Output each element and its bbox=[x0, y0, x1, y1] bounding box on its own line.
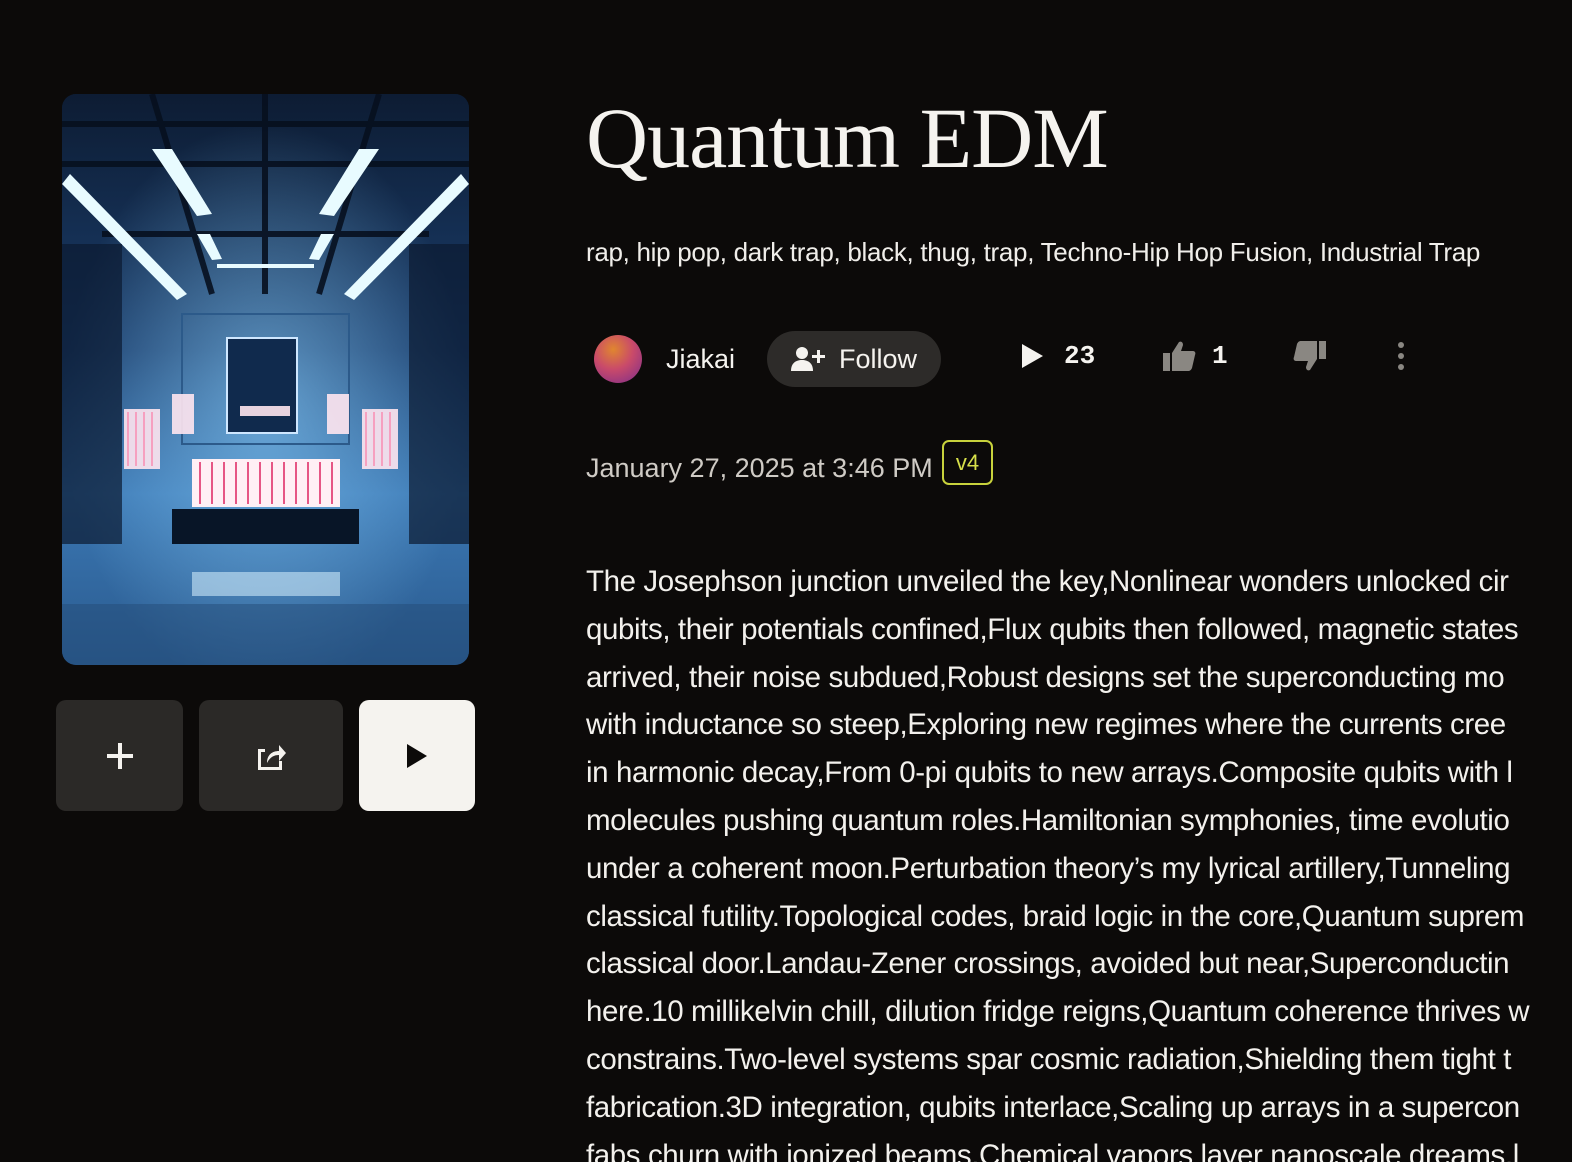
lyrics-line: arrived, their noise subdued,Robust desi… bbox=[586, 660, 1505, 694]
lyrics-line: fabrication.3D integration, qubits inter… bbox=[586, 1090, 1520, 1124]
dislike-button[interactable] bbox=[1293, 336, 1327, 376]
avatar[interactable] bbox=[594, 335, 642, 383]
add-user-icon bbox=[791, 345, 825, 373]
play-count: 23 bbox=[1064, 341, 1096, 371]
share-button[interactable] bbox=[199, 700, 343, 811]
lyrics-line: here.10 millikelvin chill, dilution frid… bbox=[586, 995, 1530, 1029]
song-title: Quantum EDM bbox=[586, 90, 1109, 186]
lyrics-line: qubits, their potentials confined,Flux q… bbox=[586, 612, 1519, 646]
lyrics-line: in harmonic decay,From 0-pi qubits to ne… bbox=[586, 756, 1513, 790]
lyrics-line: constrains.Two-level systems spar cosmic… bbox=[586, 1042, 1512, 1076]
play-icon bbox=[407, 743, 427, 768]
thumbs-down-icon bbox=[1293, 341, 1326, 371]
cover-image bbox=[62, 94, 469, 665]
like-button[interactable]: 1 bbox=[1162, 336, 1228, 376]
plus-icon bbox=[106, 742, 133, 769]
follow-button[interactable]: Follow bbox=[767, 331, 941, 387]
add-button[interactable] bbox=[56, 700, 183, 811]
follow-label: Follow bbox=[839, 343, 918, 374]
thumbs-up-icon bbox=[1163, 341, 1196, 371]
like-count: 1 bbox=[1212, 341, 1228, 371]
share-icon bbox=[258, 744, 286, 770]
lyrics-line: molecules pushing quantum roles.Hamilton… bbox=[586, 803, 1510, 837]
play-count-button[interactable]: 23 bbox=[1020, 336, 1095, 376]
song-tags[interactable]: rap, hip pop, dark trap, black, thug, tr… bbox=[586, 236, 1480, 268]
version-badge: v4 bbox=[942, 440, 993, 485]
lyrics-line: classical futility.Topological codes, br… bbox=[586, 899, 1525, 933]
lyrics: The Josephson junction unveiled the key,… bbox=[586, 558, 1572, 1162]
more-vertical-icon bbox=[1398, 342, 1404, 370]
lyrics-line: classical door.Landau-Zener crossings, a… bbox=[586, 947, 1510, 981]
more-options-button[interactable] bbox=[1396, 336, 1406, 376]
author-name[interactable]: Jiakai bbox=[666, 342, 735, 376]
lyrics-line: under a coherent moon.Perturbation theor… bbox=[586, 851, 1511, 885]
lyrics-line: The Josephson junction unveiled the key,… bbox=[586, 565, 1509, 598]
lyrics-line: fabs churn with ionized beams,Chemical v… bbox=[586, 1138, 1519, 1162]
created-date: January 27, 2025 at 3:46 PM bbox=[586, 453, 933, 483]
lyrics-line: with inductance so steep,Exploring new r… bbox=[586, 708, 1506, 742]
cover-art[interactable] bbox=[62, 94, 469, 665]
play-button[interactable] bbox=[359, 700, 475, 811]
play-icon bbox=[1022, 344, 1043, 368]
